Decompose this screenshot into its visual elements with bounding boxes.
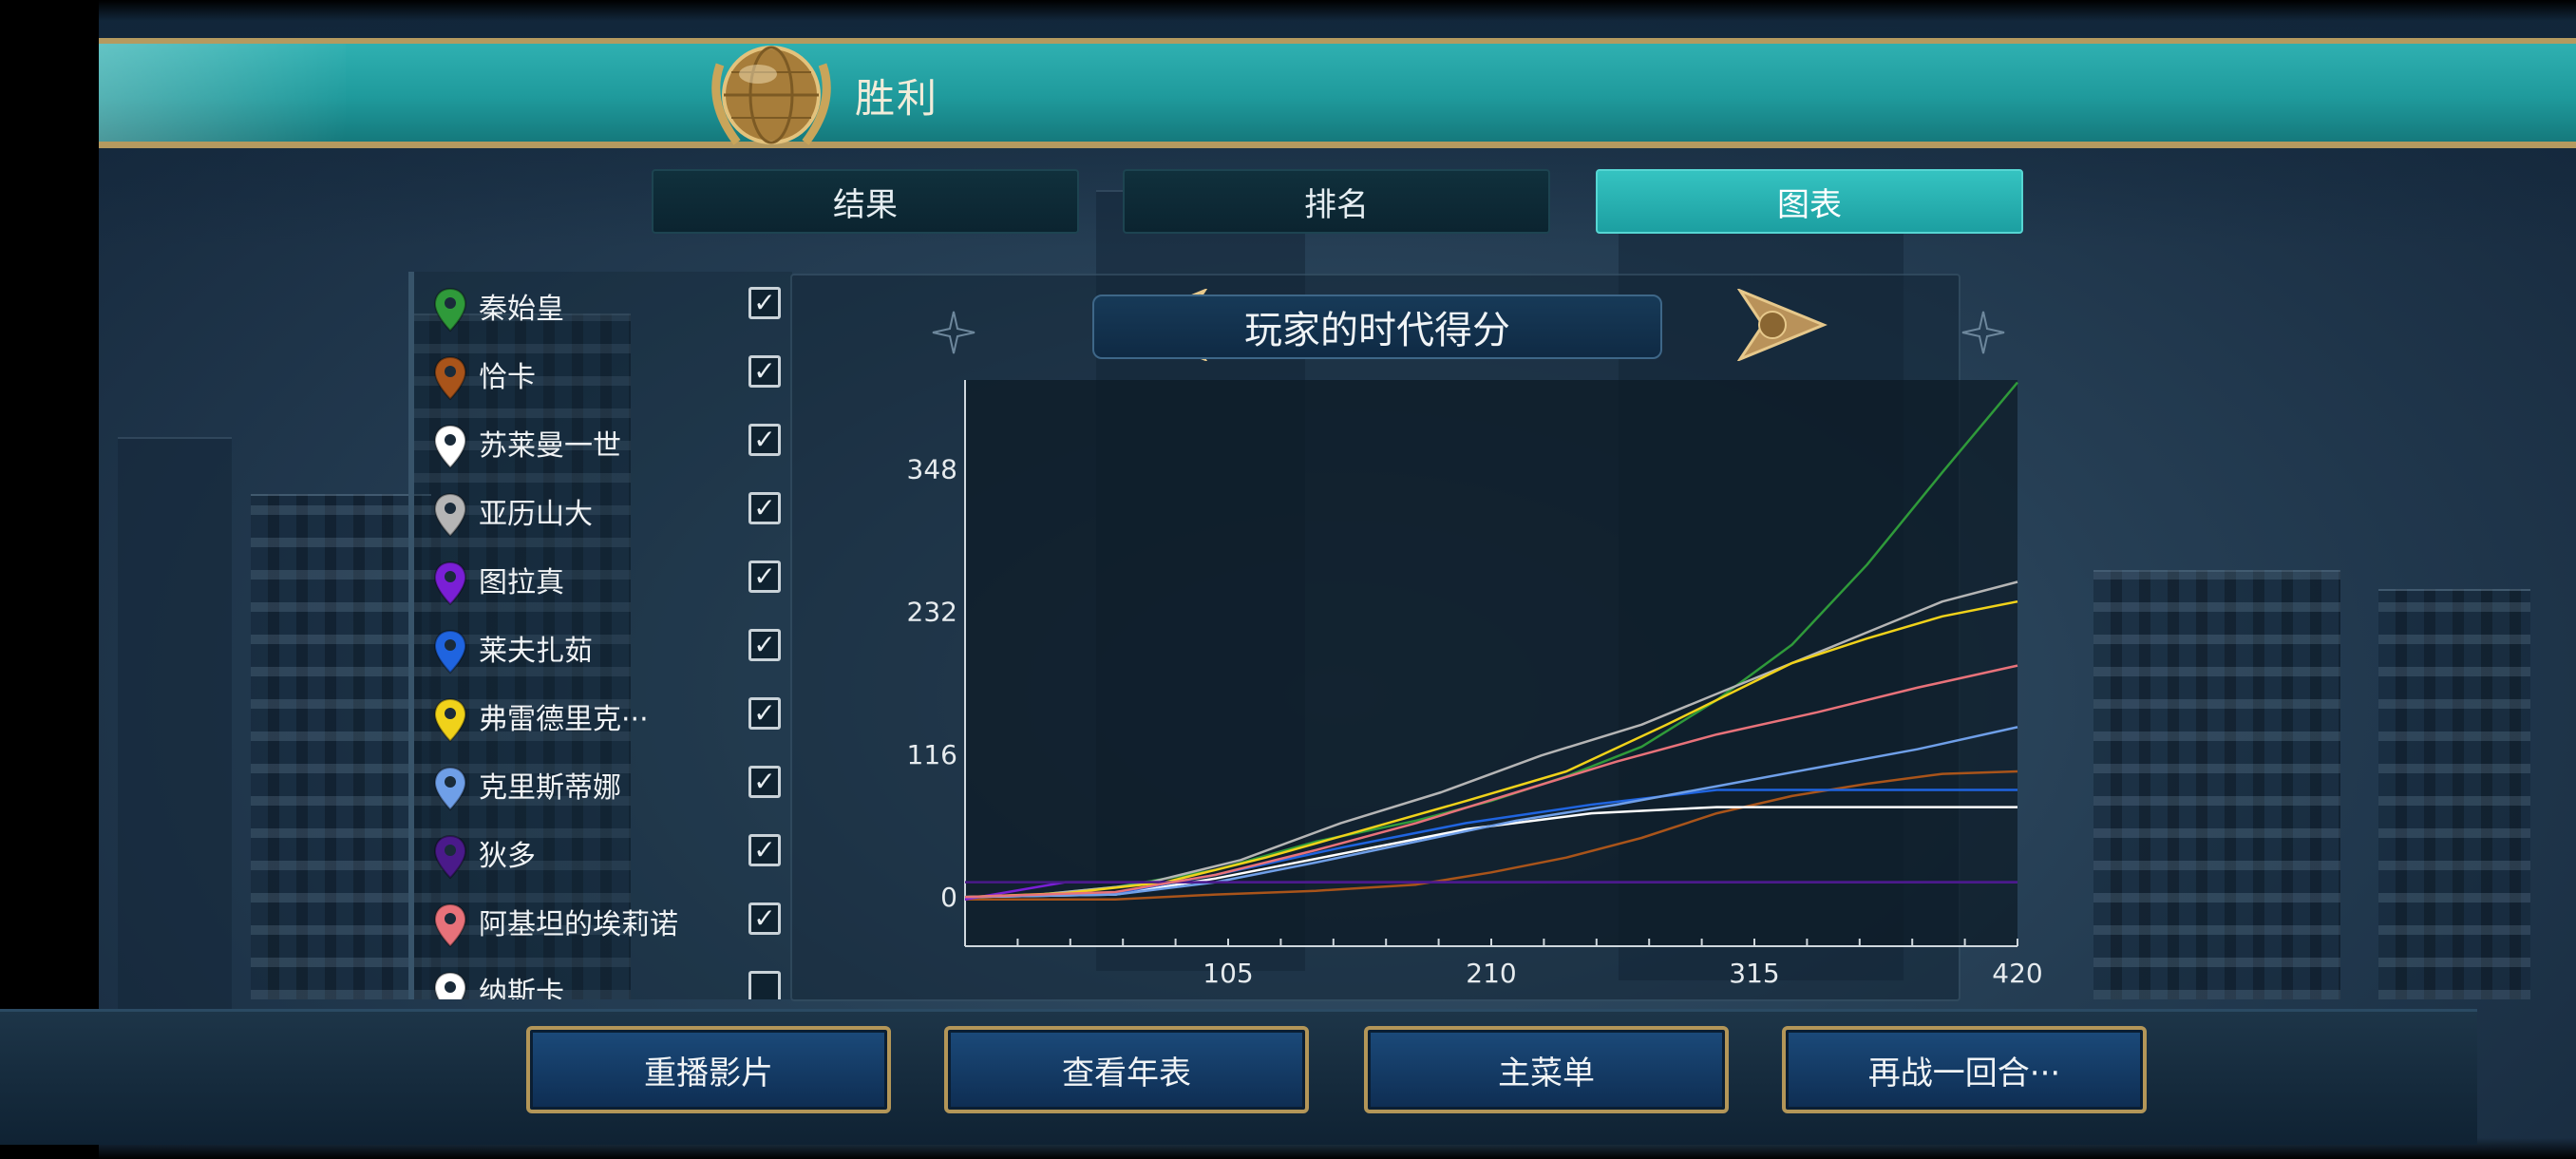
background-building xyxy=(2378,589,2530,999)
player-visibility-checkbox[interactable]: ✓ xyxy=(748,766,781,798)
sparkle-icon xyxy=(932,311,975,354)
tab-rankings[interactable]: 排名 xyxy=(1123,169,1550,234)
main-menu-button[interactable]: 主菜单 xyxy=(1364,1026,1729,1113)
player-visibility-checkbox[interactable]: ✓ xyxy=(748,629,781,661)
background-building xyxy=(2093,570,2340,999)
player-visibility-checkbox[interactable]: ✓ xyxy=(748,492,781,524)
map-pin-icon xyxy=(433,629,467,674)
player-row[interactable]: 亚历山大 ✓ xyxy=(414,477,792,545)
player-row[interactable]: 莱夫扎茹 ✓ xyxy=(414,614,792,682)
player-name: 克里斯蒂娜 xyxy=(479,771,621,805)
map-pin-icon xyxy=(433,766,467,811)
player-row[interactable]: 弗雷德里克··· ✓ xyxy=(414,682,792,750)
player-visibility-checkbox[interactable]: ✓ xyxy=(748,834,781,866)
view-timeline-button[interactable]: 查看年表 xyxy=(944,1026,1309,1113)
map-pin-icon xyxy=(433,834,467,880)
player-visibility-checkbox[interactable]: ✓ xyxy=(748,287,781,319)
plot-area xyxy=(965,380,2017,946)
header-banner xyxy=(99,38,2576,148)
player-name: 狄多 xyxy=(479,840,536,873)
player-name: 莱夫扎茹 xyxy=(479,635,593,668)
player-visibility-checkbox[interactable]: ✓ xyxy=(748,902,781,935)
player-visibility-checkbox[interactable]: ✓ xyxy=(748,560,781,593)
sparkle-icon xyxy=(1961,311,2005,354)
background-building xyxy=(118,437,232,1009)
player-name: 纳斯卡 xyxy=(479,977,564,999)
tab-results[interactable]: 结果 xyxy=(652,169,1079,234)
player-row[interactable]: 苏莱曼一世 ✓ xyxy=(414,408,792,477)
player-visibility-checkbox[interactable]: ✓ xyxy=(748,424,781,456)
map-pin-icon xyxy=(433,287,467,332)
player-name: 弗雷德里克··· xyxy=(479,703,649,736)
player-visibility-checkbox[interactable] xyxy=(748,971,781,999)
top-edge-shadow xyxy=(99,0,2576,21)
map-pin-icon xyxy=(433,902,467,948)
player-row[interactable]: 克里斯蒂娜 ✓ xyxy=(414,750,792,819)
map-pin-icon xyxy=(433,355,467,401)
next-chart-arrow-icon[interactable] xyxy=(1736,289,1828,361)
player-visibility-checkbox[interactable]: ✓ xyxy=(748,697,781,730)
player-name: 秦始皇 xyxy=(479,293,564,326)
map-pin-icon xyxy=(433,424,467,469)
chart-title: 玩家的时代得分 xyxy=(1092,294,1662,359)
player-row[interactable]: 纳斯卡 xyxy=(414,956,792,999)
player-legend-list[interactable]: 秦始皇 ✓ 恰卡 ✓ 苏莱曼一世 ✓ 亚历山大 ✓ 图拉真 ✓ 莱夫扎茹 ✓ 弗雷德里克··· ✓ 克里斯蒂… xyxy=(408,272,792,999)
player-name: 亚历山大 xyxy=(479,498,593,531)
map-pin-icon xyxy=(433,492,467,538)
player-row[interactable]: 阿基坦的埃莉诺 ✓ xyxy=(414,887,792,956)
page-title: 胜利 xyxy=(855,75,939,122)
tab-graphs[interactable]: 图表 xyxy=(1596,169,2023,234)
player-name: 图拉真 xyxy=(479,566,564,599)
player-row[interactable]: 图拉真 ✓ xyxy=(414,545,792,614)
player-row[interactable]: 狄多 ✓ xyxy=(414,819,792,887)
replay-movie-button[interactable]: 重播影片 xyxy=(526,1026,891,1113)
map-pin-icon xyxy=(433,560,467,606)
player-name: 苏莱曼一世 xyxy=(479,429,621,463)
player-visibility-checkbox[interactable]: ✓ xyxy=(748,355,781,388)
background-building xyxy=(251,494,431,999)
player-name: 恰卡 xyxy=(479,361,536,394)
one-more-turn-button[interactable]: 再战一回合··· xyxy=(1782,1026,2147,1113)
player-row[interactable]: 秦始皇 ✓ xyxy=(414,272,792,340)
globe-laurel-icon xyxy=(711,46,831,145)
map-pin-icon xyxy=(433,697,467,743)
player-row[interactable]: 恰卡 ✓ xyxy=(414,340,792,408)
map-pin-icon xyxy=(433,971,467,999)
player-name: 阿基坦的埃莉诺 xyxy=(479,908,678,941)
